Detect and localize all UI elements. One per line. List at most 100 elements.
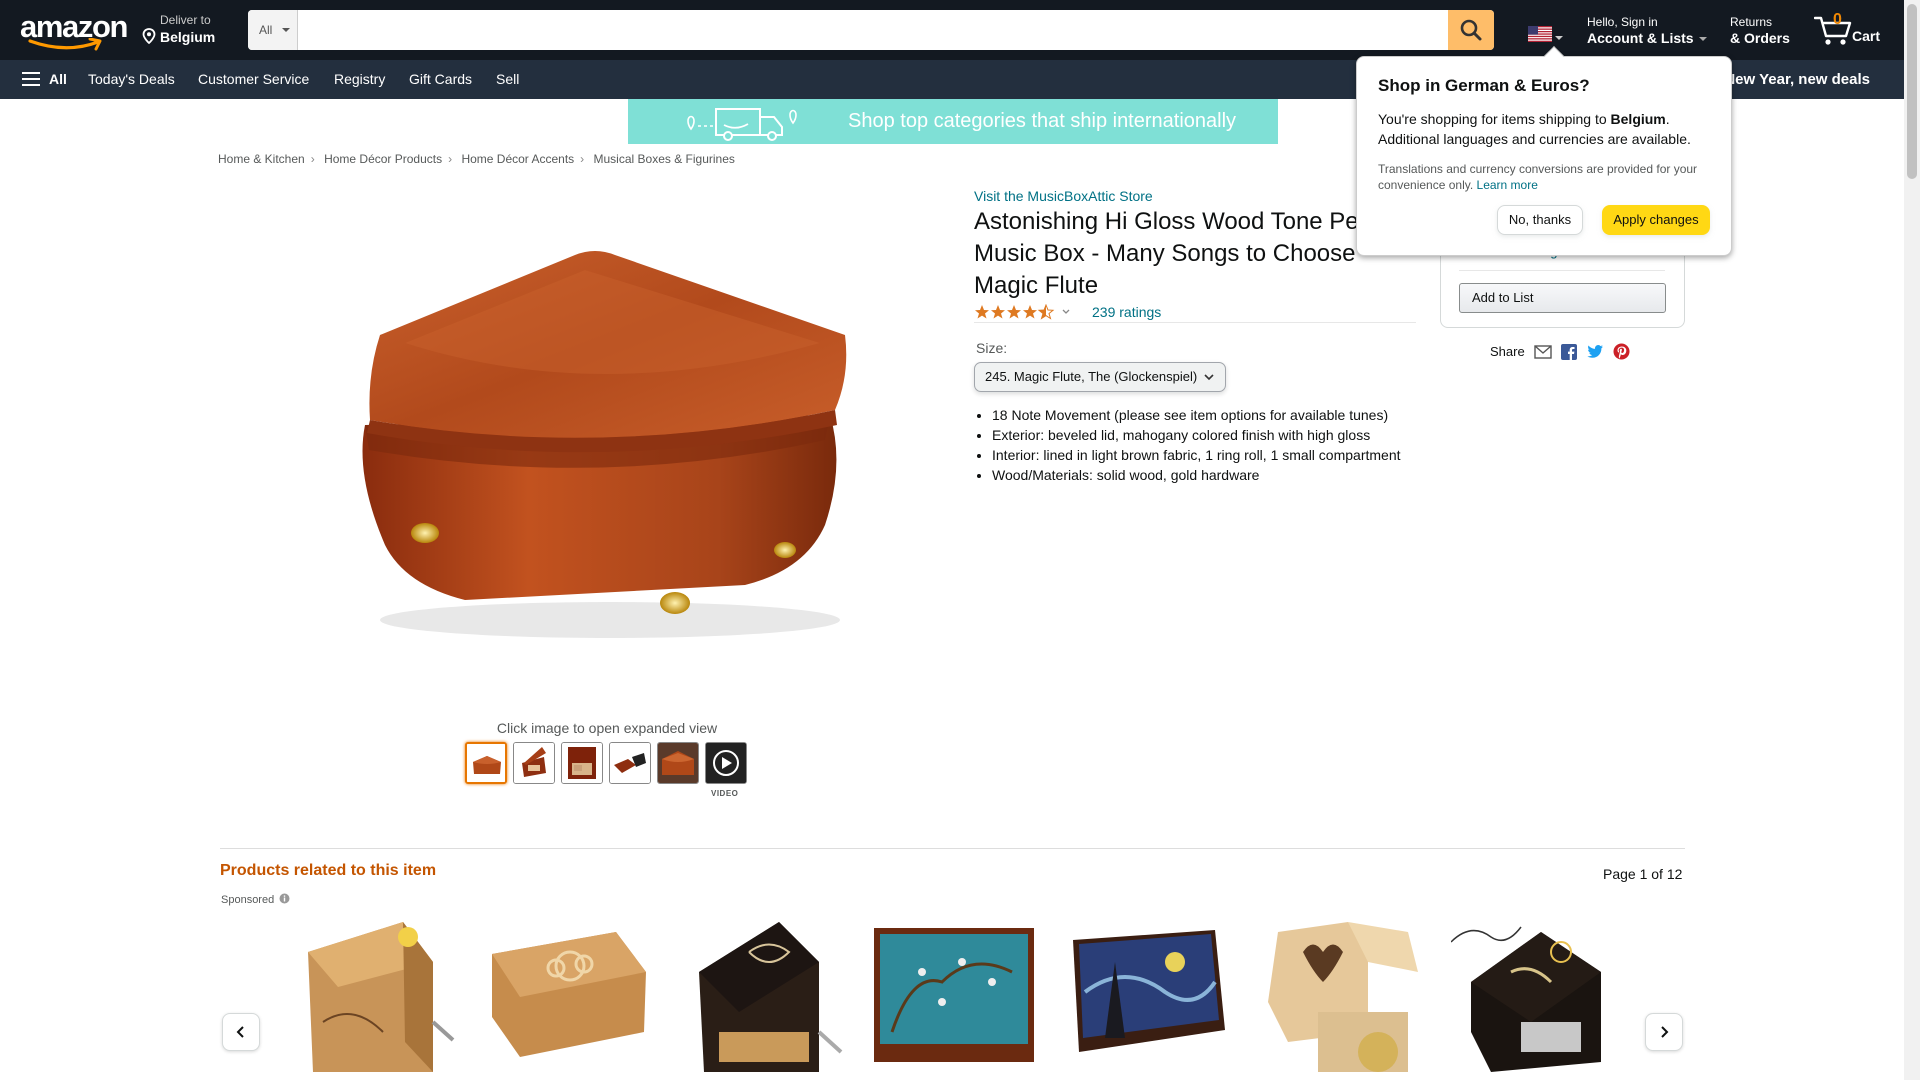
twitter-icon[interactable] [1586, 344, 1604, 359]
related-product-image[interactable] [293, 912, 458, 1080]
nav-item-registry[interactable]: Registry [334, 71, 385, 88]
carousel-page-info: Page 1 of 12 [1603, 866, 1683, 882]
breadcrumb-separator-icon: › [448, 152, 453, 166]
store-link[interactable]: Visit the MusicBoxAttic Store [974, 188, 1153, 204]
email-icon[interactable] [1534, 344, 1552, 359]
breadcrumb-link[interactable]: Home & Kitchen [218, 152, 305, 166]
related-product-image[interactable] [1065, 912, 1230, 1080]
nav-all-label: All [49, 71, 67, 87]
breadcrumb-link[interactable]: Musical Boxes & Figurines [594, 152, 735, 166]
search-category-dropdown[interactable]: All [248, 10, 298, 50]
delivery-truck-icon [687, 108, 797, 141]
divider [220, 848, 1685, 849]
chevron-down-icon [1204, 374, 1214, 381]
breadcrumb-separator-icon: › [310, 152, 315, 166]
pinterest-icon[interactable] [1613, 343, 1630, 360]
chevron-down-icon [1698, 37, 1707, 42]
orders-label: & Orders [1730, 30, 1790, 46]
feature-bullet: Wood/Materials: solid wood, gold hardwar… [992, 465, 1422, 485]
chevron-down-icon[interactable] [1060, 306, 1072, 318]
nav-item-todays-deals[interactable]: Today's Deals [88, 71, 175, 88]
related-product-image[interactable] [679, 912, 844, 1080]
share-label: Share [1490, 344, 1525, 359]
learn-more-link[interactable]: Learn more [1477, 178, 1538, 192]
product-title-line: Astonishing Hi Gloss Wood Tone Pe [974, 208, 1359, 235]
search-category-label: All [259, 23, 273, 37]
cart-button[interactable]: 0 Cart [1812, 10, 1892, 50]
popover-body-text: You're shopping for items shipping to [1378, 111, 1611, 127]
info-icon[interactable] [279, 893, 290, 904]
location-pin-icon [142, 28, 156, 44]
thumbnail-image[interactable] [657, 742, 699, 784]
play-icon [706, 743, 746, 783]
share-row: Share [1490, 343, 1630, 360]
account-greeting: Hello, Sign in [1587, 15, 1658, 29]
deliver-to-location[interactable]: Deliver to Belgium [142, 13, 215, 46]
related-product-image[interactable] [1258, 912, 1423, 1080]
size-dropdown[interactable]: 245. Magic Flute, The (Glockenspiel) [974, 362, 1226, 392]
nav-item-customer-service[interactable]: Customer Service [198, 71, 309, 88]
nav-all-menu[interactable]: All [22, 71, 67, 88]
carousel-next-button[interactable] [1645, 1013, 1683, 1051]
currency-language-popover: Shop in German & Euros? You're shopping … [1356, 46, 1732, 256]
cart-label: Cart [1852, 28, 1881, 44]
us-flag-icon[interactable] [1528, 26, 1552, 42]
related-product-image[interactable] [486, 912, 651, 1080]
facebook-icon[interactable] [1560, 343, 1577, 360]
chevron-left-icon [236, 1026, 244, 1038]
account-lists-label: Account & Lists [1587, 30, 1694, 46]
nav-promo-link[interactable]: New Year, new deals [1724, 71, 1870, 88]
related-product-image[interactable] [1451, 912, 1616, 1080]
feature-bullet: Exterior: beveled lid, mahogany colored … [992, 425, 1422, 445]
returns-and-orders[interactable]: Returns & Orders [1730, 15, 1790, 47]
banner-text: Shop top categories that ship internatio… [848, 110, 1237, 132]
feature-bullet: 18 Note Movement (please see item option… [992, 405, 1422, 425]
star-rating-icon[interactable] [974, 304, 1056, 320]
size-label: Size: [976, 340, 1008, 356]
main-product-image[interactable] [345, 225, 865, 675]
search-input[interactable] [300, 10, 1440, 50]
amazon-logo[interactable]: amazon [20, 11, 128, 51]
logo-smile-icon [28, 38, 102, 51]
breadcrumb-link[interactable]: Home Décor Products [324, 152, 442, 166]
chevron-right-icon [1661, 1026, 1669, 1038]
language-caret-icon[interactable] [1555, 36, 1563, 40]
scrollbar-thumb[interactable] [1907, 4, 1917, 179]
ratings-count-link[interactable]: 239 ratings [1092, 304, 1161, 320]
product-title-line: Magic Flute [974, 272, 1099, 299]
related-product-image[interactable] [872, 912, 1037, 1080]
popover-body: You're shopping for items shipping to Be… [1378, 109, 1718, 149]
search-button[interactable] [1448, 10, 1494, 50]
deliver-line1: Deliver to [160, 13, 211, 27]
size-selected-value: 245. Magic Flute, The (Glockenspiel) [985, 369, 1198, 384]
thumbnail-image[interactable] [513, 742, 555, 784]
video-label: VIDEO [711, 789, 739, 798]
no-thanks-button[interactable]: No, thanks [1497, 205, 1583, 235]
nav-item-gift-cards[interactable]: Gift Cards [409, 71, 472, 88]
popover-title: Shop in German & Euros? [1378, 76, 1590, 95]
sponsored-text: Sponsored [221, 894, 275, 906]
nav-item-sell[interactable]: Sell [496, 71, 519, 88]
feature-bullet: Interior: lined in light brown fabric, 1… [992, 445, 1422, 465]
search-icon [1460, 19, 1482, 41]
cart-count: 0 [1833, 11, 1842, 28]
related-section-title: Products related to this item [220, 862, 437, 879]
video-thumbnail[interactable] [705, 742, 747, 784]
expand-image-hint: Click image to open expanded view [496, 720, 718, 736]
thumbnail-image[interactable] [609, 742, 651, 784]
account-and-lists[interactable]: Hello, Sign in Account & Lists [1587, 15, 1707, 47]
thumbnail-image[interactable] [561, 742, 603, 784]
carousel-prev-button[interactable] [222, 1013, 260, 1051]
thumbnail-image[interactable] [465, 742, 507, 784]
add-to-list-button[interactable]: Add to List [1459, 283, 1666, 313]
search-bar: All [248, 10, 1494, 50]
product-title: Astonishing Hi Gloss Wood Tone Pe Music … [974, 206, 1420, 302]
breadcrumb-link[interactable]: Home Décor Accents [461, 152, 574, 166]
sponsored-label: Sponsored [221, 893, 290, 906]
shipping-banner[interactable]: Shop top categories that ship internatio… [628, 99, 1278, 144]
divider [974, 322, 1416, 323]
divider [1459, 270, 1665, 271]
apply-changes-button[interactable]: Apply changes [1602, 205, 1710, 235]
breadcrumb: Home & Kitchen › Home Décor Products › Hom… [218, 152, 735, 166]
breadcrumb-separator-icon: › [580, 152, 585, 166]
